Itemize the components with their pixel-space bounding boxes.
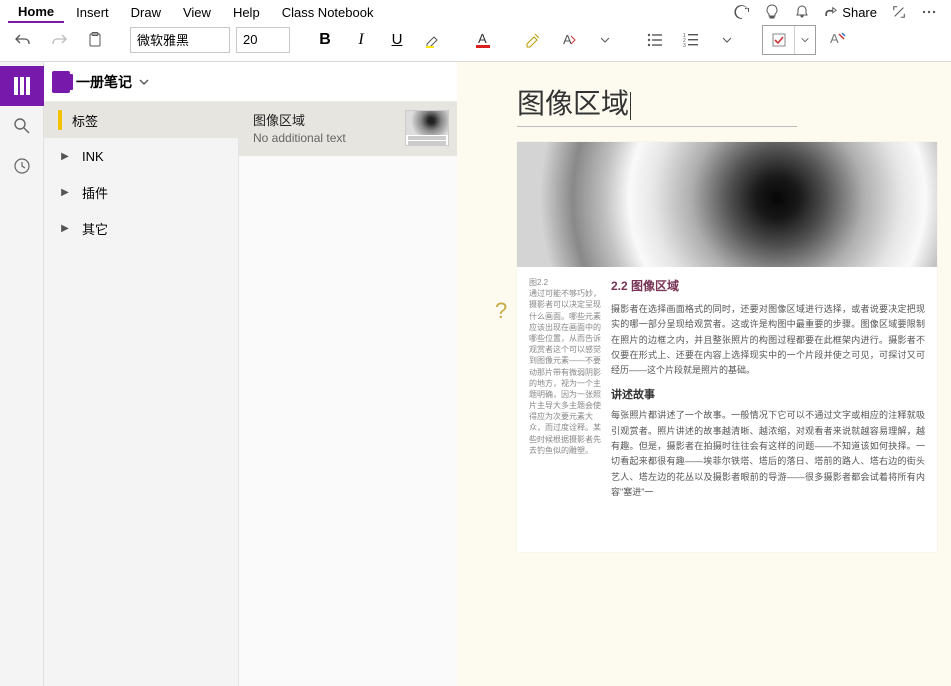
menu-view[interactable]: View: [173, 3, 221, 22]
section-item-tags[interactable]: 标签: [44, 102, 238, 138]
scan-heading: 2.2 图像区域: [611, 277, 925, 294]
notebook-name: 一册笔记: [76, 72, 132, 92]
svg-text:3: 3: [683, 43, 686, 49]
page-item-title: 图像区域: [253, 110, 397, 129]
fullscreen-icon[interactable]: [885, 0, 913, 24]
scan-paragraph-1: 摄影者在选择画面格式的同时，还要对图像区域进行选择，或者说要决定把现实的哪一部分…: [611, 302, 925, 378]
menu-class-notebook[interactable]: Class Notebook: [272, 3, 384, 22]
svg-text:A: A: [830, 31, 839, 46]
tag-checkbox-icon: [763, 26, 795, 54]
chevron-right-icon: ▶: [58, 223, 72, 234]
section-item-other[interactable]: ▶ 其它: [44, 210, 238, 246]
help-marker-icon[interactable]: ?: [495, 298, 507, 324]
menu-draw[interactable]: Draw: [121, 3, 171, 22]
scan-photo: [517, 142, 937, 267]
section-label: 标签: [72, 111, 98, 130]
section-item-plugins[interactable]: ▶ 插件: [44, 174, 238, 210]
scan-sidebar-text: 图2.2 通过可能不够巧妙，摄影者可以决定呈现什么画面。哪些元素应该出现在画面中…: [529, 277, 601, 508]
menu-home[interactable]: Home: [8, 2, 64, 23]
page-title-container[interactable]: 图像区域: [517, 82, 797, 127]
page-list: 图像区域 No additional text: [239, 102, 457, 686]
section-label: INK: [82, 149, 104, 164]
font-size-select[interactable]: 20: [236, 27, 290, 53]
svg-text:A: A: [563, 32, 572, 47]
chevron-right-icon: ▶: [58, 187, 72, 198]
more-icon[interactable]: [915, 0, 943, 24]
redo-button[interactable]: [44, 25, 74, 55]
font-color-button[interactable]: A: [468, 25, 498, 55]
notebook-icon: [52, 71, 70, 93]
page-item-subtitle: No additional text: [253, 131, 397, 145]
inserted-image[interactable]: 图2.2 通过可能不够巧妙，摄影者可以决定呈现什么画面。哪些元素应该出现在画面中…: [517, 142, 937, 552]
page-item[interactable]: 图像区域 No additional text: [239, 102, 457, 156]
share-icon: [824, 5, 838, 19]
styles-dropdown[interactable]: [590, 25, 620, 55]
menu-bar: Home Insert Draw View Help Class Noteboo…: [0, 0, 951, 24]
chevron-down-icon: [138, 76, 150, 88]
notebooks-button[interactable]: [0, 66, 44, 106]
section-list: 标签 ▶ INK ▶ 插件 ▶ 其它: [44, 102, 239, 686]
menu-insert[interactable]: Insert: [66, 3, 119, 22]
styles-pane-button[interactable]: A: [822, 25, 852, 55]
highlight-button[interactable]: [418, 25, 448, 55]
svg-text:A: A: [478, 31, 487, 46]
bullets-button[interactable]: [640, 25, 670, 55]
page-canvas[interactable]: 图像区域 ? 图2.2 通过可能不够巧妙，摄影者可以决定呈现什么画面。哪些元素应…: [457, 62, 951, 686]
scan-subheading: 讲述故事: [611, 386, 925, 402]
lightbulb-icon[interactable]: [758, 0, 786, 24]
chevron-right-icon: ▶: [58, 151, 72, 162]
page-title: 图像区域: [517, 88, 629, 119]
section-item-ink[interactable]: ▶ INK: [44, 138, 238, 174]
numbering-button[interactable]: 123: [676, 25, 706, 55]
list-dropdown[interactable]: [712, 25, 742, 55]
tag-dropdown[interactable]: [795, 26, 815, 54]
undo-button[interactable]: [8, 25, 38, 55]
menu-help[interactable]: Help: [223, 3, 270, 22]
section-label: 其它: [82, 219, 108, 238]
italic-button[interactable]: I: [346, 25, 376, 55]
page-thumbnail: [405, 110, 449, 146]
sync-icon[interactable]: [728, 0, 756, 24]
notebook-header[interactable]: 一册笔记: [44, 62, 457, 102]
section-color-bar: [58, 110, 62, 130]
nav-rail: [0, 62, 44, 686]
tag-button[interactable]: [762, 25, 816, 55]
search-button[interactable]: [0, 106, 44, 146]
clear-format-button[interactable]: [518, 25, 548, 55]
share-button[interactable]: Share: [818, 5, 883, 20]
nav-panel: 一册笔记 标签 ▶ INK ▶ 插件 ▶ 其它: [44, 62, 457, 686]
styles-button[interactable]: A: [554, 25, 584, 55]
share-label: Share: [842, 5, 877, 20]
clipboard-button[interactable]: [80, 25, 110, 55]
recent-button[interactable]: [0, 146, 44, 186]
scan-paragraph-2: 每张照片都讲述了一个故事。一般情况下它可以不通过文字或相应的注释就吸引观赏者。照…: [611, 408, 925, 500]
bell-icon[interactable]: [788, 0, 816, 24]
bold-button[interactable]: B: [310, 25, 340, 55]
underline-button[interactable]: U: [382, 25, 412, 55]
toolbar: 微软雅黑 20 B I U A A 123 A: [0, 24, 951, 62]
font-name-select[interactable]: 微软雅黑: [130, 27, 230, 53]
section-label: 插件: [82, 183, 108, 202]
